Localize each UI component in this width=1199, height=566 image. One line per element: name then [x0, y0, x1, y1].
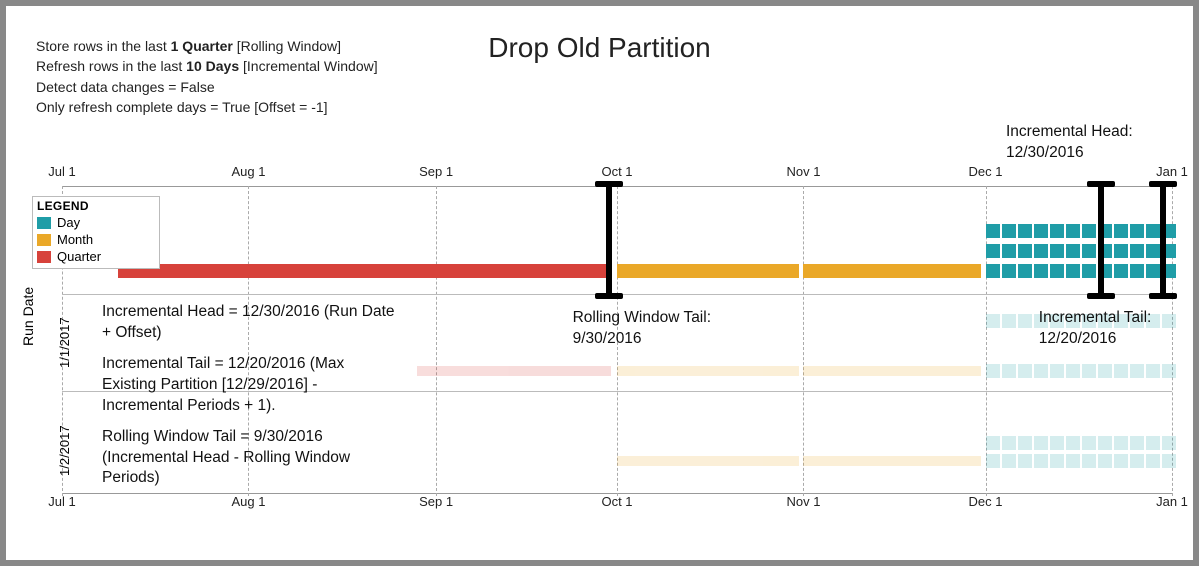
legend-swatch-quarter — [37, 251, 51, 263]
bar-month-oct — [617, 264, 799, 278]
settings-line-2c: [Incremental Window] — [239, 58, 378, 74]
legend-swatch-day — [37, 217, 51, 229]
callout-incremental-head: Incremental Head: 12/30/2016 — [1006, 122, 1133, 164]
explain-p2: Incremental Tail = 12/20/2016 (Max Exist… — [102, 354, 402, 417]
bar-month-nov — [803, 264, 981, 278]
y-label-2: 1/2/2017 — [57, 425, 72, 476]
settings-line-1b: 1 Quarter — [171, 38, 233, 54]
bar-quarter — [118, 264, 612, 278]
callout-rolling-tail: Rolling Window Tail: 9/30/2016 — [573, 308, 711, 350]
explain-p1: Incremental Head = 12/30/2016 (Run Date … — [102, 302, 402, 344]
y-label-1: 1/1/2017 — [57, 317, 72, 368]
explain-p3: Rolling Window Tail = 9/30/2016 (Increme… — [102, 427, 402, 490]
tick-sep: Sep 1 — [419, 164, 453, 179]
settings-line-2a: Refresh rows in the last — [36, 58, 186, 74]
tick-aug: Aug 1 — [231, 164, 265, 179]
day-row-2 — [986, 244, 1176, 258]
tick-nov: Nov 1 — [786, 164, 820, 179]
day-row-3 — [986, 264, 1176, 278]
y-axis-title: Run Date — [20, 287, 36, 346]
diagram-panel: Drop Old Partition Store rows in the las… — [6, 6, 1193, 560]
settings-line-1a: Store rows in the last — [36, 38, 171, 54]
legend-title: LEGEND — [37, 199, 155, 213]
day-row-1 — [986, 224, 1176, 238]
settings-line-4: Only refresh complete days = True [Offse… — [36, 97, 378, 117]
marker-incremental-head — [1149, 181, 1177, 299]
settings-line-1c: [Rolling Window] — [233, 38, 341, 54]
settings-line-2b: 10 Days — [186, 58, 239, 74]
tick-jul: Jul 1 — [48, 164, 75, 179]
legend: LEGEND Day Month Quarter — [32, 196, 160, 269]
explain-block: Incremental Head = 12/30/2016 (Run Date … — [102, 302, 402, 489]
settings-block: Store rows in the last 1 Quarter [Rollin… — [36, 36, 378, 117]
legend-label-month: Month — [57, 232, 93, 247]
marker-incremental-tail — [1087, 181, 1115, 299]
marker-rolling-tail — [595, 181, 623, 299]
settings-line-3: Detect data changes = False — [36, 77, 378, 97]
legend-label-day: Day — [57, 215, 80, 230]
tick-jan: Jan 1 — [1156, 164, 1188, 179]
legend-label-quarter: Quarter — [57, 249, 101, 264]
callout-incremental-tail: Incremental Tail: 12/20/2016 — [1039, 308, 1193, 350]
legend-swatch-month — [37, 234, 51, 246]
tick-dec: Dec 1 — [969, 164, 1003, 179]
tick-oct: Oct 1 — [601, 164, 632, 179]
